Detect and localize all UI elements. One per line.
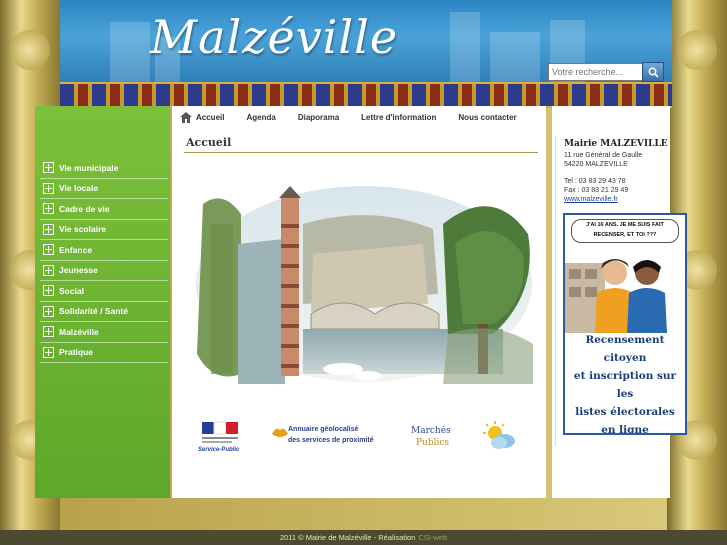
sidebar-nav: Vie municipale Vie locale Cadre de vie V…: [40, 158, 168, 363]
page: Malzéville Vie municipale Vie locale Cad…: [0, 0, 727, 545]
sidebar-item-cadre-de-vie[interactable]: Cadre de vie: [40, 199, 168, 220]
sidebar-item-social[interactable]: Social: [40, 281, 168, 302]
plus-icon: [43, 223, 54, 235]
nav-link-lettre[interactable]: Lettre d'information: [361, 113, 436, 122]
sidebar-item-enfance[interactable]: Enfance: [40, 240, 168, 261]
town-collage-image: [193, 184, 536, 388]
sidebar-item-vie-scolaire[interactable]: Vie scolaire: [40, 220, 168, 240]
nav-link-contact[interactable]: Nous contacter: [458, 113, 516, 122]
annuaire-logo[interactable]: Annuaire géolocalisé des services de pro…: [272, 420, 374, 456]
service-public-logo[interactable]: Service-Public: [198, 420, 244, 460]
decorative-band: [60, 82, 672, 108]
annuaire-line2: des services de proximité: [288, 437, 374, 444]
search-input[interactable]: [548, 63, 644, 81]
sidebar-item-label: Cadre de vie: [59, 203, 110, 214]
website-link[interactable]: www.malzeville.fr: [564, 196, 618, 203]
sidebar-item-label: Vie locale: [59, 183, 99, 194]
sidebar-item-pratique[interactable]: Pratique: [40, 343, 168, 363]
footer-agency-link[interactable]: CSI-web: [418, 533, 447, 542]
sidebar-item-label: Social: [59, 285, 85, 296]
sidebar-item-malzeville[interactable]: Malzéville: [40, 322, 168, 343]
census-banner[interactable]: J'AI 16 ANS. JE ME SUIS FAIT RECENSER, E…: [563, 213, 687, 435]
footer: 2011 © Mairie de Malzéville - Réalisatio…: [0, 530, 727, 545]
search-icon: [648, 67, 659, 78]
sidebar-item-label: Enfance: [59, 244, 93, 255]
plus-icon: [43, 244, 54, 256]
plus-icon: [43, 162, 54, 174]
sidebar: Vie municipale Vie locale Cadre de vie V…: [35, 106, 170, 498]
footer-text: 2011 © Mairie de Malzéville - Réalisatio…: [279, 533, 416, 542]
site-logo[interactable]: Malzéville: [150, 10, 398, 64]
sidebar-item-vie-municipale[interactable]: Vie municipale: [40, 158, 168, 179]
nav-link-agenda[interactable]: Agenda: [246, 113, 275, 122]
sidebar-item-jeunesse[interactable]: Jeunesse: [40, 261, 168, 281]
page-title: Accueil: [186, 136, 232, 149]
plus-icon: [43, 346, 54, 358]
contact-address-line1: 11 rue Général de Gaulle: [564, 152, 643, 159]
sidebar-item-label: Pratique: [59, 347, 94, 358]
contact-fax: Fax : 03 83 21 29 49: [564, 187, 629, 194]
weather-logo[interactable]: [482, 420, 516, 454]
census-speech-bubble: J'AI 16 ANS. JE ME SUIS FAIT RECENSER, E…: [571, 219, 679, 243]
sidebar-item-vie-locale[interactable]: Vie locale: [40, 179, 168, 199]
census-illustration: [565, 259, 667, 333]
home-icon[interactable]: [180, 112, 192, 123]
marches-line2: Publics: [416, 438, 450, 448]
annuaire-line1: Annuaire géolocalisé: [288, 426, 359, 433]
weather-sun-cloud-icon: [483, 421, 515, 449]
census-text: Recensement citoyen et inscription sur l…: [565, 331, 685, 435]
search-button[interactable]: [642, 62, 664, 82]
marches-line1: Marchés: [411, 426, 451, 436]
sidebar-item-label: Vie municipale: [59, 162, 119, 173]
title-divider: [184, 152, 538, 153]
search-form: [548, 62, 664, 82]
plus-icon: [43, 326, 54, 338]
sidebar-item-label: Solidarité / Santé: [59, 306, 128, 317]
plus-icon: [43, 264, 54, 276]
contact-address-line2: 54220 MALZEVILLE: [564, 161, 628, 168]
contact-title: Mairie MALZEVILLE: [564, 139, 668, 149]
nav-link-accueil[interactable]: Accueil: [196, 113, 224, 122]
plus-icon: [43, 203, 54, 215]
census-line1: Recensement citoyen: [585, 334, 665, 364]
top-navigation: Accueil Agenda Diaporama Lettre d'inform…: [180, 112, 539, 123]
census-line2: et inscription sur les: [573, 370, 677, 400]
census-line3: listes électorales: [575, 406, 675, 418]
sidebar-item-label: Jeunesse: [59, 265, 98, 276]
service-public-text: Service-Public: [198, 447, 240, 453]
hands-icon: [272, 428, 288, 437]
plus-icon: [43, 305, 54, 317]
sidebar-item-label: Malzéville: [59, 326, 99, 337]
plus-icon: [43, 285, 54, 297]
plus-icon: [43, 182, 54, 194]
column-divider: [555, 136, 556, 446]
nav-link-diaporama[interactable]: Diaporama: [298, 113, 339, 122]
sidebar-item-label: Vie scolaire: [59, 224, 107, 235]
sidebar-item-solidarite-sante[interactable]: Solidarité / Santé: [40, 302, 168, 322]
french-flag-icon: [202, 421, 238, 443]
marches-publics-logo[interactable]: Marchés Publics: [408, 420, 456, 456]
contact-tel: Tel : 03 83 29 43 78: [564, 178, 626, 185]
census-line4: en ligne: [601, 424, 649, 435]
